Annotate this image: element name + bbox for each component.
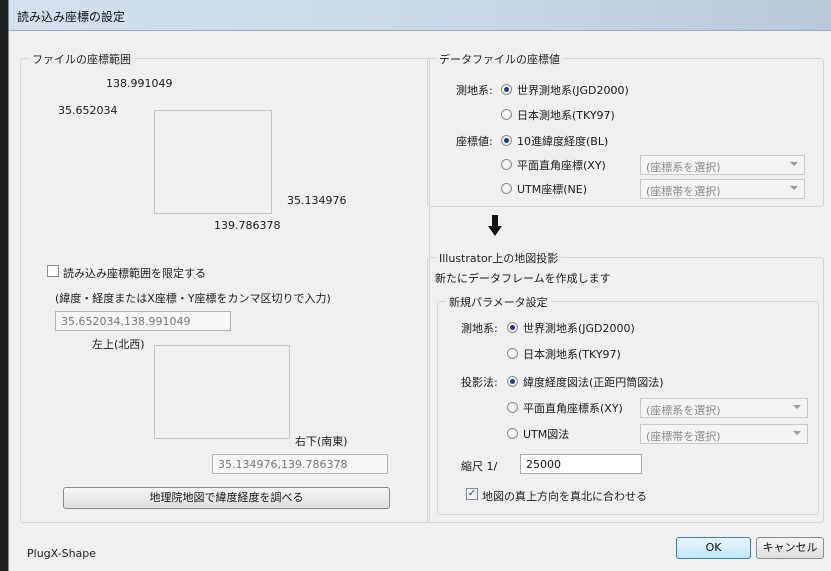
data-datum-tky97-label: 日本測地系(TKY97) [517,109,615,122]
brand-label: PlugX-Shape [27,547,97,560]
chevron-down-icon [790,162,798,166]
range-right-latitude: 35.134976 [287,194,347,207]
range-top-longitude: 138.991049 [106,77,173,90]
bottom-right-coord-input[interactable]: 35.134976,139.786378 [212,454,388,474]
limit-range-label: 読み込み座標範囲を限定する [63,267,206,280]
data-datum-label: 測地系: [456,84,493,97]
data-xy-system-select-value: (座標系を選択) [646,161,721,174]
proj-utm-zone-select-value: (座標帯を選択) [646,430,721,443]
chevron-down-icon [793,431,801,435]
proj-datum-tky97-radio[interactable] [507,348,518,359]
lookup-gsi-map-button[interactable]: 地理院地図で緯度経度を調べる [63,487,390,509]
proj-datum-tky97-label: 日本測地系(TKY97) [523,348,621,361]
range-preview-box [154,110,272,214]
proj-method-label: 投影法: [461,376,498,389]
data-datum-jgd2000-label: 世界測地系(JGD2000) [517,84,629,97]
range-input-instruction: (緯度・経度またはX座標・Y座標をカンマ区切りで入力) [55,292,331,305]
proj-latlon-label: 緯度経度図法(正距円筒図法) [523,376,664,389]
align-north-label: 地図の真上方向を真北に合わせる [482,490,647,503]
settings-dialog: 読み込み座標の設定 ファイルの座標範囲 138.991049 35.652034… [8,0,831,571]
bottom-right-coord-value: 35.134976,139.786378 [218,458,348,471]
projection-group-label: Illustrator上の地図投影 [436,250,562,266]
range-bottom-longitude: 139.786378 [214,219,281,232]
file-range-group-label: ファイルの座標範囲 [29,51,134,67]
proj-xy-system-select-value: (座標系を選択) [646,404,721,417]
data-coord-xy-label: 平面直角座標(XY) [517,159,606,172]
data-coord-bl-label: 10進緯度経度(BL) [517,135,609,148]
proj-utm-radio[interactable] [507,428,518,439]
range-left-latitude: 35.652034 [58,104,118,117]
data-file-group-label: データファイルの座標値 [436,51,563,67]
proj-utm-label: UTM図法 [523,428,570,441]
proj-datum-jgd2000-radio[interactable] [507,322,518,333]
limit-preview-box [154,345,290,439]
top-left-coord-value: 35.652034,138.991049 [61,315,191,328]
proj-utm-zone-select[interactable]: (座標帯を選択) [640,424,808,444]
data-coord-bl-radio[interactable] [501,135,512,146]
ok-button-label: OK [705,541,722,554]
scale-label: 縮尺 1/ [461,460,498,473]
top-left-label: 左上(北西) [92,338,145,351]
window-title: 読み込み座標の設定 [17,10,126,24]
scale-input[interactable]: 25000 [520,454,642,474]
data-coord-xy-radio[interactable] [501,159,512,170]
cancel-button-label: キャンセル [762,541,818,554]
proj-datum-jgd2000-label: 世界測地系(JGD2000) [523,322,635,335]
data-coord-label: 座標値: [456,135,493,148]
data-datum-tky97-radio[interactable] [501,109,512,120]
proj-xy-system-select[interactable]: (座標系を選択) [640,398,808,418]
chevron-down-icon [790,186,798,190]
cancel-button[interactable]: キャンセル [756,537,824,559]
proj-datum-label: 測地系: [461,322,498,335]
data-coord-utm-label: UTM座標(NE) [517,183,588,196]
data-datum-jgd2000-radio[interactable] [501,84,512,95]
data-xy-system-select[interactable]: (座標系を選択) [640,155,805,175]
limit-range-checkbox[interactable] [47,265,59,277]
proj-xy-radio[interactable] [507,402,518,413]
lookup-gsi-map-label: 地理院地図で緯度経度を調べる [149,491,304,504]
arrow-down-icon [488,215,502,237]
new-params-group-label: 新規パラメータ設定 [446,294,551,310]
data-utm-zone-select[interactable]: (座標帯を選択) [640,179,805,199]
title-bar[interactable]: 読み込み座標の設定 [9,0,831,31]
data-coord-utm-radio[interactable] [501,183,512,194]
bottom-right-label: 右下(南東) [295,435,348,448]
proj-latlon-radio[interactable] [507,376,518,387]
chevron-down-icon [793,405,801,409]
scale-value: 25000 [526,458,561,471]
top-left-coord-input[interactable]: 35.652034,138.991049 [55,311,231,331]
proj-xy-label: 平面直角座標系(XY) [523,402,623,415]
ok-button[interactable]: OK [676,537,751,559]
new-frame-text: 新たにデータフレームを作成します [435,272,611,285]
data-utm-zone-select-value: (座標帯を選択) [646,185,721,198]
align-north-checkbox[interactable]: ✓ [466,488,478,500]
